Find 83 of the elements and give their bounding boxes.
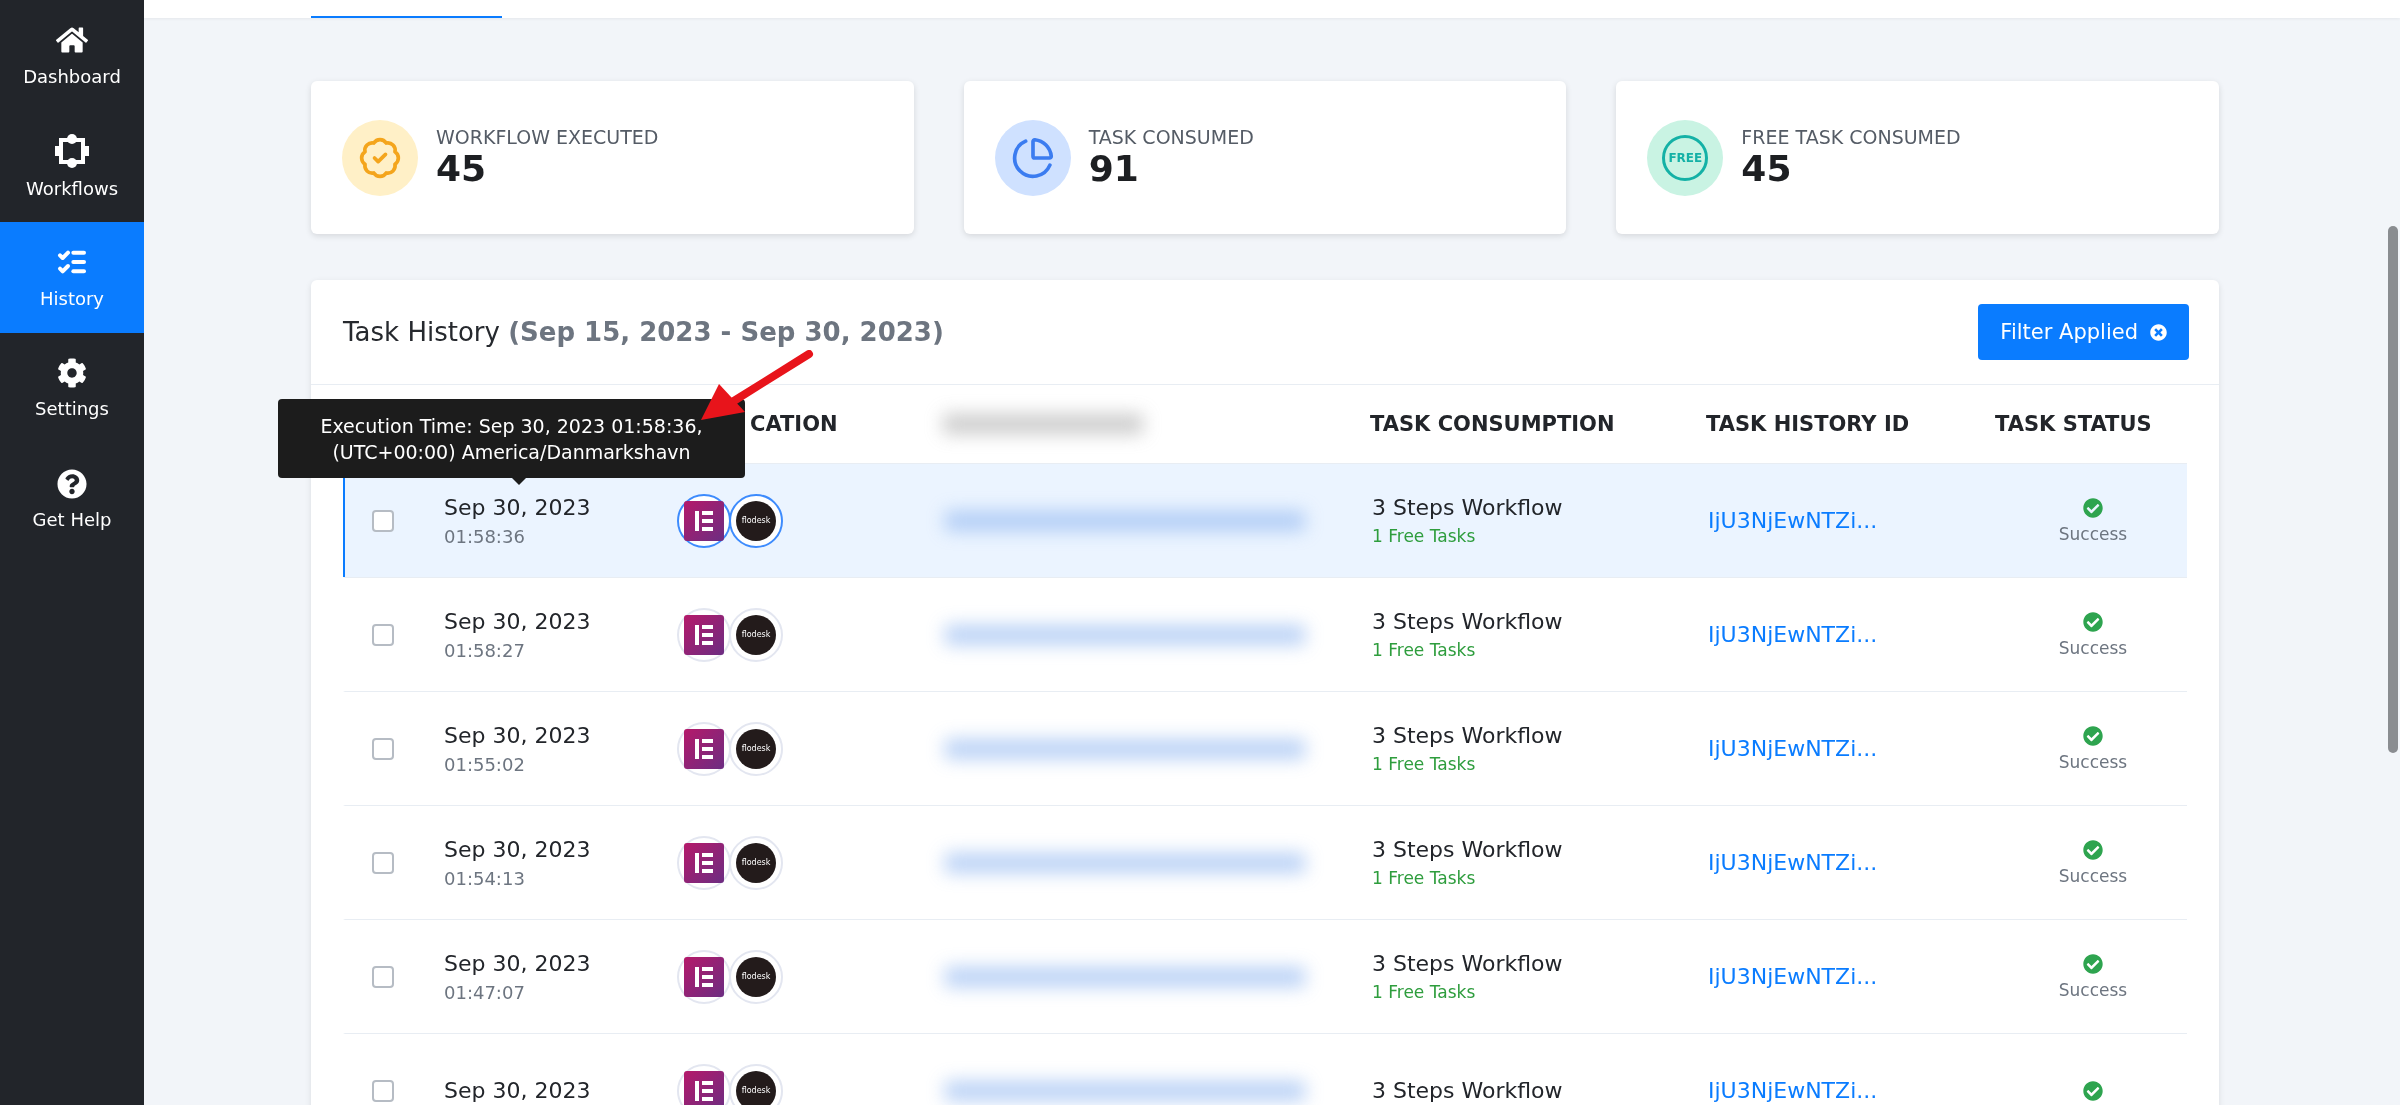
row-checkbox[interactable] [372, 737, 394, 760]
settings-icon [57, 358, 87, 388]
stat-value: 91 [1088, 148, 1140, 189]
consumption-text: 3 Steps Workflow [1372, 609, 1564, 634]
success-icon [2083, 725, 2103, 746]
help-icon [57, 469, 87, 499]
status-text: Success [2058, 979, 2128, 1000]
stat-label: TASK CONSUMED [1088, 126, 1254, 148]
row-checkbox[interactable] [372, 1079, 394, 1102]
flodesk-logo-icon: flodesk [736, 842, 776, 883]
date-text: Sep 30, 2023 [444, 836, 592, 862]
task-history-id-link[interactable]: IjU3NjEwNTZi... [1708, 850, 1997, 875]
table-row[interactable]: Sep 30, 2023 01:58:36 flodesk 3 Steps Workflow 1 Free Tasks IjU3NjEwNTZi... Success [343, 463, 2187, 577]
sidebar-item[interactable]: History [0, 222, 144, 333]
table-row[interactable]: Sep 30, 2023 flodesk 3 Steps Workflow IjU3NjEwNTZi... [343, 1033, 2187, 1105]
time-text: 01:54:13 [444, 867, 526, 889]
time-text: 01:47:07 [444, 981, 526, 1003]
flodesk-logo-icon: flodesk [736, 956, 776, 997]
date-text: Sep 30, 2023 [444, 1078, 592, 1103]
elementor-logo-icon [684, 614, 724, 655]
clear-icon [2150, 323, 2167, 341]
consumption-text: 3 Steps Workflow [1372, 837, 1564, 862]
consumption-text: 3 Steps Workflow [1372, 723, 1564, 748]
flodesk-logo-icon: flodesk [736, 614, 776, 655]
task-history-id-link[interactable]: IjU3NjEwNTZi... [1708, 508, 1997, 533]
success-icon [2083, 1080, 2103, 1101]
elementor-logo-icon [684, 1070, 724, 1105]
status-text: Success [2058, 523, 2128, 544]
consumption-text: 3 Steps Workflow [1372, 1078, 1564, 1103]
success-icon [2083, 611, 2103, 632]
success-icon [2083, 839, 2103, 860]
stat-label: WORKFLOW EXECUTED [436, 126, 659, 148]
consumption-text: 3 Steps Workflow [1372, 951, 1564, 976]
tooltip: Execution Time: Sep 30, 2023 01:58:36, (UTC+00:00) America/Danmarkshavn [278, 399, 745, 478]
flodesk-logo-icon: flodesk [736, 1070, 776, 1105]
time-text: 01:58:36 [444, 525, 526, 547]
status-text: Success [2058, 637, 2128, 658]
column-header: TASK HISTORY ID [1706, 412, 1911, 436]
elementor-logo-icon [684, 728, 724, 769]
elementor-logo-icon [684, 500, 724, 541]
row-checkbox[interactable] [372, 851, 394, 874]
sidebar-item[interactable]: Get Help [0, 444, 144, 555]
sidebar-item[interactable]: Dashboard [0, 0, 144, 111]
free-tasks-text: 1 Free Tasks [1372, 982, 1477, 1002]
free-tasks-text: 1 Free Tasks [1372, 868, 1477, 888]
stat-value: 45 [1741, 148, 1793, 189]
flodesk-logo-icon: flodesk [736, 500, 776, 541]
row-checkbox[interactable] [372, 965, 394, 988]
task-history-id-link[interactable]: IjU3NjEwNTZi... [1708, 622, 1997, 647]
column-header: TASK STATUS [1995, 412, 2153, 436]
row-checkbox[interactable] [372, 623, 394, 646]
sidebar-item[interactable]: Workflows [0, 111, 144, 222]
row-checkbox[interactable] [372, 509, 394, 532]
filter-applied-button[interactable]: Filter Applied [1978, 304, 2189, 360]
elementor-logo-icon [684, 956, 724, 997]
scrollbar-thumb[interactable] [2388, 226, 2398, 753]
free-tasks-text: 1 Free Tasks [1372, 754, 1477, 774]
workflow-icon [55, 134, 89, 168]
panel-title: Task History (Sep 15, 2023 - Sep 30, 2023) [343, 317, 944, 347]
status-text: Success [2058, 865, 2128, 886]
elementor-logo-icon [684, 842, 724, 883]
status-text: Success [2058, 751, 2128, 772]
success-icon [2083, 497, 2103, 518]
date-text: Sep 30, 2023 [444, 608, 592, 634]
free-tasks-text: 1 Free Tasks [1372, 640, 1477, 660]
success-icon [2083, 953, 2103, 974]
flodesk-logo-icon: flodesk [736, 728, 776, 769]
free-icon: FREE [1647, 119, 1724, 196]
time-text: 01:55:02 [444, 753, 526, 775]
time-text: 01:58:27 [444, 639, 526, 661]
task-history-id-link[interactable]: IjU3NjEwNTZi... [1708, 1078, 1997, 1103]
free-tasks-text: 1 Free Tasks [1372, 526, 1477, 546]
date-text: Sep 30, 2023 [444, 722, 592, 748]
tooltip-pointer-icon [510, 476, 528, 485]
consumption-text: 3 Steps Workflow [1372, 495, 1564, 520]
date-text: Sep 30, 2023 [444, 494, 592, 520]
stat-label: FREE TASK CONSUMED [1741, 126, 1961, 148]
task-history-id-link[interactable]: IjU3NjEwNTZi... [1708, 736, 1997, 761]
stat-value: 45 [436, 148, 488, 189]
task-history-id-link[interactable]: IjU3NjEwNTZi... [1708, 964, 1997, 989]
date-text: Sep 30, 2023 [444, 950, 592, 976]
column-header: TASK CONSUMPTION [1370, 412, 1616, 436]
sidebar-item[interactable]: Settings [0, 333, 144, 444]
